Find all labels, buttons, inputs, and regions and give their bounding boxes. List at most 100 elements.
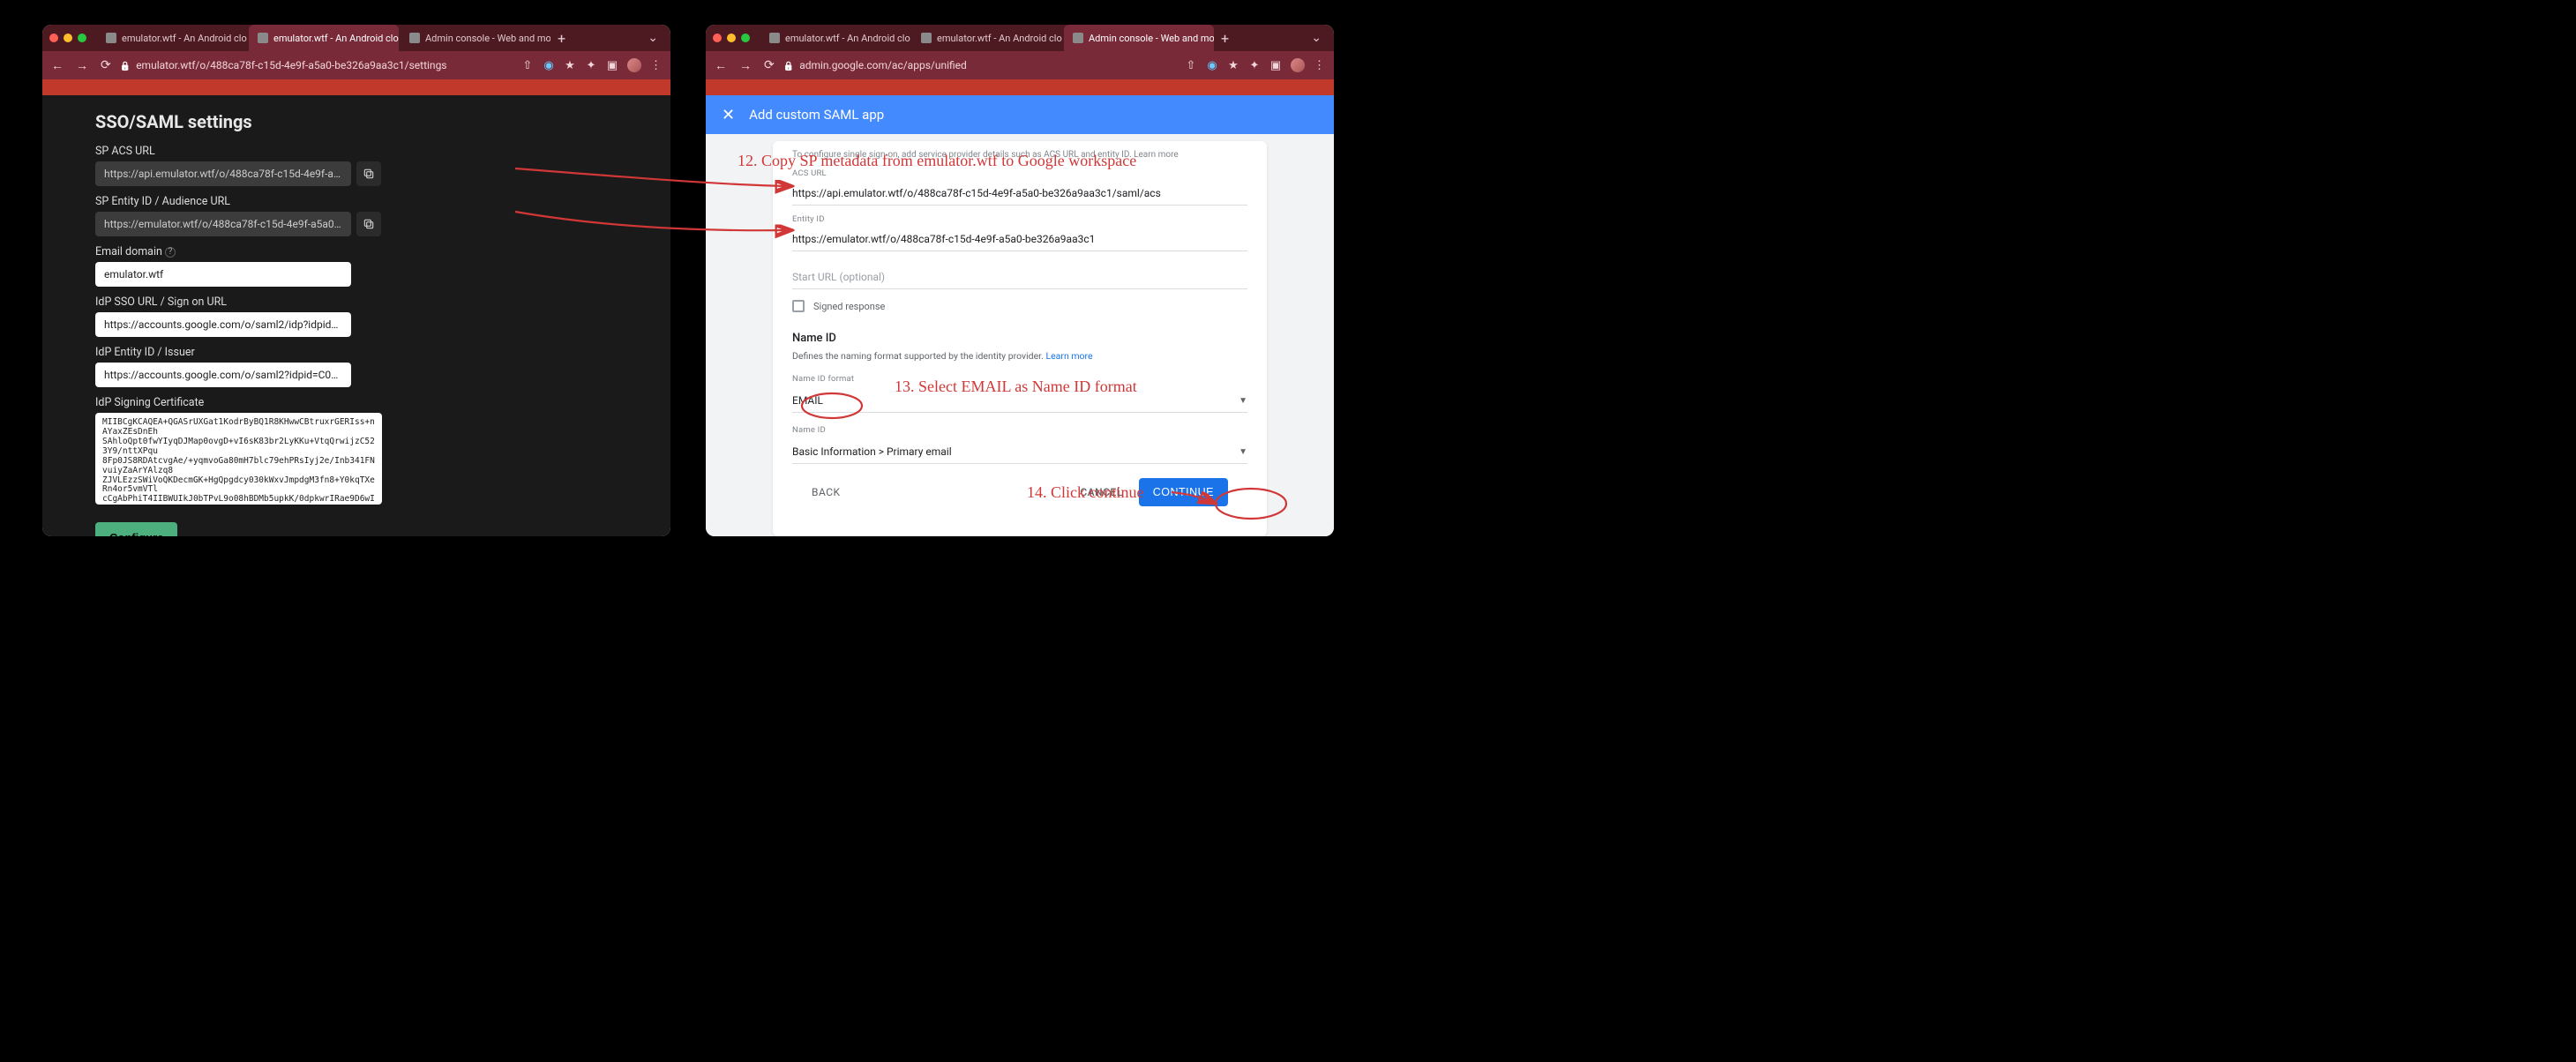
configure-button[interactable]: Configure	[95, 522, 177, 536]
dialog-body: To configure single sign-on, add service…	[706, 134, 1334, 536]
extension-icon[interactable]: ★	[564, 59, 576, 71]
chevron-down-icon: ▼	[1239, 447, 1247, 457]
idp-sso-input[interactable]: https://accounts.google.com/o/saml2/idp?…	[95, 312, 351, 337]
copy-button[interactable]	[356, 212, 381, 236]
back-button[interactable]: BACK	[812, 486, 841, 498]
sp-acs-input[interactable]: https://api.emulator.wtf/o/488ca78f-c15d…	[95, 161, 351, 186]
chevron-down-icon[interactable]: ⌄	[1306, 31, 1327, 45]
avatar[interactable]	[1291, 58, 1305, 72]
back-button[interactable]: ←	[715, 58, 727, 73]
favicon-icon	[921, 33, 932, 43]
forward-button[interactable]: →	[76, 58, 88, 73]
window-zoom-icon[interactable]	[741, 34, 750, 42]
window-close-icon[interactable]	[49, 34, 58, 42]
help-icon[interactable]: ?	[165, 247, 176, 258]
email-domain-label: Email domain?	[95, 245, 626, 258]
idp-entity-input[interactable]: https://accounts.google.com/o/saml2?idpi…	[95, 363, 351, 387]
tab-label: Admin console - Web and mo...	[425, 33, 550, 44]
nameid-label: Name ID	[792, 425, 1247, 435]
nameid-value: Basic Information > Primary email	[792, 445, 952, 458]
extension-icon[interactable]: ◉	[543, 59, 555, 71]
acs-label: ACS URL	[792, 168, 1247, 178]
window-minimize-icon[interactable]	[64, 34, 72, 42]
forward-button[interactable]: →	[739, 58, 752, 73]
toolbar-right: ⇧ ◉ ★ ✦ ▣ ⋮	[521, 58, 662, 72]
entity-label: Entity ID	[792, 214, 1247, 224]
url-text: emulator.wtf/o/488ca78f-c15d-4e9f-a5a0-b…	[136, 59, 446, 71]
share-icon[interactable]: ⇧	[521, 59, 534, 71]
reload-button[interactable]: ⟳	[764, 58, 775, 73]
avatar[interactable]	[627, 58, 641, 72]
tab-emulator-2[interactable]: emulator.wtf - An Android clo...×	[912, 25, 1062, 51]
start-url-input[interactable]: Start URL (optional)	[792, 267, 1247, 289]
toolbar-right: ← → ⟳ admin.google.com/ac/apps/unified ⇧…	[706, 51, 1334, 79]
new-tab-button[interactable]: +	[1214, 30, 1236, 47]
new-tab-button[interactable]: +	[550, 30, 573, 47]
favicon-icon	[769, 33, 780, 43]
page-content-left: SSO/SAML settings SP ACS URL https://api…	[42, 95, 670, 536]
dialog-title: Add custom SAML app	[749, 107, 884, 123]
back-button[interactable]: ←	[51, 58, 64, 73]
extension-icon[interactable]: ★	[1227, 59, 1239, 71]
close-icon[interactable]: ✕	[722, 106, 735, 124]
reload-button[interactable]: ⟳	[101, 58, 111, 73]
share-icon[interactable]: ⇧	[1185, 59, 1197, 71]
tab-label: emulator.wtf - An Android clo...	[937, 33, 1062, 44]
acs-input[interactable]: https://api.emulator.wtf/o/488ca78f-c15d…	[792, 183, 1247, 206]
nameid-format-label: Name ID format	[792, 374, 1247, 384]
favicon-icon	[106, 33, 116, 43]
favicon-icon	[258, 33, 268, 43]
copy-icon	[363, 218, 375, 230]
entity-input[interactable]: https://emulator.wtf/o/488ca78f-c15d-4e9…	[792, 229, 1247, 251]
tabs-right: emulator.wtf - An Android clo...× emulat…	[760, 25, 1214, 51]
tab-emulator-1[interactable]: emulator.wtf - An Android clo...×	[97, 25, 247, 51]
puzzle-icon[interactable]: ✦	[585, 59, 597, 71]
nameid-value-select[interactable]: Basic Information > Primary email ▼	[792, 440, 1247, 464]
favicon-icon	[1073, 33, 1083, 43]
browser-left: emulator.wtf - An Android clo...× emulat…	[42, 25, 670, 536]
chevron-down-icon[interactable]: ⌄	[642, 31, 663, 45]
omnibox[interactable]: admin.google.com/ac/apps/unified	[783, 59, 1176, 71]
omnibox[interactable]: emulator.wtf/o/488ca78f-c15d-4e9f-a5a0-b…	[120, 59, 513, 71]
idp-entity-label: IdP Entity ID / Issuer	[95, 346, 626, 359]
page-title: SSO/SAML settings	[95, 111, 626, 132]
idp-cert-label: IdP Signing Certificate	[95, 396, 626, 409]
nameid-format-select[interactable]: EMAIL ▼	[792, 389, 1247, 413]
panel-icon[interactable]: ▣	[1269, 59, 1282, 71]
sp-acs-label: SP ACS URL	[95, 145, 626, 158]
kebab-menu-icon[interactable]: ⋮	[650, 59, 662, 72]
extension-icon[interactable]: ◉	[1206, 59, 1218, 71]
lock-icon	[783, 59, 794, 71]
toolbar-right: ⇧ ◉ ★ ✦ ▣ ⋮	[1185, 58, 1325, 72]
continue-button[interactable]: CONTINUE	[1139, 478, 1228, 506]
signed-response-label: Signed response	[813, 301, 885, 312]
panel-icon[interactable]: ▣	[606, 59, 618, 71]
copy-icon	[363, 168, 375, 180]
tab-emulator-1[interactable]: emulator.wtf - An Android clo...×	[760, 25, 910, 51]
tab-label: Admin console - Web and mo...	[1089, 33, 1214, 44]
sp-entity-input[interactable]: https://emulator.wtf/o/488ca78f-c15d-4e9…	[95, 212, 351, 236]
dialog-footer: BACK CANCEL CONTINUE	[792, 469, 1247, 506]
kebab-menu-icon[interactable]: ⋮	[1314, 59, 1325, 72]
idp-cert-textarea[interactable]	[95, 413, 382, 505]
sp-entity-label: SP Entity ID / Audience URL	[95, 195, 626, 208]
tabstrip-right: emulator.wtf - An Android clo...× emulat…	[706, 25, 1334, 51]
tab-admin[interactable]: Admin console - Web and mo...×	[1064, 25, 1214, 51]
cancel-button[interactable]: CANCEL	[1080, 486, 1122, 498]
window-close-icon[interactable]	[713, 34, 722, 42]
learn-more-link[interactable]: Learn more	[1045, 350, 1092, 362]
puzzle-icon[interactable]: ✦	[1248, 59, 1261, 71]
window-minimize-icon[interactable]	[727, 34, 736, 42]
intro-text: To configure single sign-on, add service…	[792, 150, 1247, 160]
email-domain-input[interactable]: emulator.wtf	[95, 262, 351, 287]
toolbar-left: ← → ⟳ emulator.wtf/o/488ca78f-c15d-4e9f-…	[42, 51, 670, 79]
copy-button[interactable]	[356, 161, 381, 186]
nameid-format-value: EMAIL	[792, 394, 823, 407]
tab-admin[interactable]: Admin console - Web and mo...×	[401, 25, 550, 51]
nameid-subtitle: Defines the naming format supported by t…	[792, 350, 1247, 362]
red-banner	[706, 79, 1334, 95]
tab-emulator-2[interactable]: emulator.wtf - An Android clo...×	[249, 25, 399, 51]
signed-response-checkbox[interactable]: Signed response	[792, 300, 1247, 312]
traffic-lights	[49, 34, 86, 42]
window-zoom-icon[interactable]	[78, 34, 86, 42]
